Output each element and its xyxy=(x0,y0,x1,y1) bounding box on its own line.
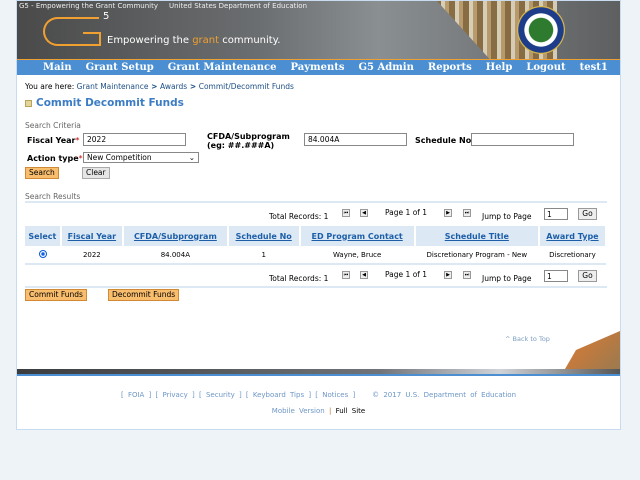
nav-grant-setup[interactable]: Grant Setup xyxy=(80,60,162,75)
commit-funds-button[interactable]: Commit Funds xyxy=(25,289,87,301)
fiscal-year-input[interactable]: 2022 xyxy=(83,133,186,146)
footer-notices[interactable]: Notices xyxy=(322,391,348,399)
col-schedule-no[interactable]: Schedule No xyxy=(227,226,301,246)
col-cfda[interactable]: CFDA/Subprogram xyxy=(123,226,229,246)
page: G5 - Empowering the Grant Community Unit… xyxy=(16,0,621,430)
pager-top: Total Records: 1 ⏮ ◀ Page 1 of 1 ▶ ⏭ Jum… xyxy=(17,208,620,223)
nav-grant-maintenance[interactable]: Grant Maintenance xyxy=(162,60,285,75)
next-page-icon[interactable]: ▶ xyxy=(444,271,452,279)
divider xyxy=(25,201,607,203)
cell-schedule-title: Discretionary Program - New xyxy=(414,246,539,265)
col-fiscal-year[interactable]: Fiscal Year xyxy=(60,226,125,246)
footer-privacy[interactable]: Privacy xyxy=(162,391,187,399)
cell-schedule-no: 1 xyxy=(227,246,300,265)
divider xyxy=(25,286,607,288)
last-page-icon[interactable]: ⏭ xyxy=(463,209,471,217)
cell-cfda: 84.004A xyxy=(123,246,228,265)
tagline: Empowering the grant community. xyxy=(107,35,281,46)
go-button[interactable]: Go xyxy=(578,270,597,282)
action-type-label: Action type* xyxy=(27,154,83,163)
results-table: Select Fiscal Year CFDA/Subprogram Sched… xyxy=(25,226,608,265)
jump-label: Jump to Page xyxy=(482,212,532,221)
crumb-awards[interactable]: Awards xyxy=(160,82,187,91)
action-type-select[interactable]: New Competition ⌄ xyxy=(83,152,199,163)
nav-main[interactable]: Main xyxy=(37,60,80,75)
footer-security[interactable]: Security xyxy=(206,391,235,399)
page-indicator: Page 1 of 1 xyxy=(385,270,428,279)
breadcrumb: You are here: Grant Maintenance > Awards… xyxy=(25,82,294,91)
table-row: 2022 84.004A 1 Wayne, Bruce Discretionar… xyxy=(25,246,606,265)
nav-g5-admin[interactable]: G5 Admin xyxy=(353,60,422,75)
fiscal-year-label: Fiscal Year* xyxy=(27,136,80,145)
main-nav: Main Grant Setup Grant Maintenance Payme… xyxy=(17,59,620,75)
col-schedule-title[interactable]: Schedule Title xyxy=(414,226,540,246)
banner: G5 - Empowering the Grant Community Unit… xyxy=(17,1,620,59)
nav-payments[interactable]: Payments xyxy=(284,60,352,75)
seal-alt-text: United States Department of Education xyxy=(169,2,308,10)
last-page-icon[interactable]: ⏭ xyxy=(463,271,471,279)
first-page-icon[interactable]: ⏮ xyxy=(342,271,350,279)
separator: | xyxy=(328,407,332,415)
nav-help[interactable]: Help xyxy=(480,60,521,75)
go-button[interactable]: Go xyxy=(578,208,597,220)
chevron-down-icon: ⌄ xyxy=(188,153,195,162)
footer-version: Mobile Version | Full Site xyxy=(17,407,620,415)
page-title: Commit Decommit Funds xyxy=(25,97,184,109)
full-site-label: Full Site xyxy=(335,407,366,415)
search-button[interactable]: Search xyxy=(25,167,59,179)
schedule-no-label: Schedule No xyxy=(415,136,472,145)
cell-contact: Wayne, Bruce xyxy=(299,246,415,265)
page-indicator: Page 1 of 1 xyxy=(385,208,428,217)
cell-fiscal-year: 2022 xyxy=(60,246,123,265)
back-to-top-link[interactable]: ^ Back to Top xyxy=(505,335,550,343)
col-award-type[interactable]: Award Type xyxy=(538,226,608,246)
page-icon xyxy=(25,99,32,107)
logo-alt-text: G5 - Empowering the Grant Community xyxy=(19,2,159,10)
nav-logout[interactable]: Logout xyxy=(520,60,573,75)
total-records: Total Records: 1 xyxy=(269,274,329,283)
cfda-input[interactable]: 84.004A xyxy=(304,133,407,146)
next-page-icon[interactable]: ▶ xyxy=(444,209,452,217)
decommit-funds-button[interactable]: Decommit Funds xyxy=(108,289,180,301)
footer-foia[interactable]: FOIA xyxy=(128,391,144,399)
select-radio[interactable] xyxy=(38,249,47,258)
g5-logo-mark: 5 xyxy=(103,11,110,22)
jump-label: Jump to Page xyxy=(482,274,532,283)
total-records: Total Records: 1 xyxy=(269,212,329,221)
nav-user[interactable]: test1 xyxy=(574,60,616,75)
col-select: Select xyxy=(25,226,62,246)
footer-links: [ FOIA ] [ Privacy ] [ Security ] [ Keyb… xyxy=(120,391,517,399)
pager-bottom: Total Records: 1 ⏮ ◀ Page 1 of 1 ▶ ⏭ Jum… xyxy=(17,270,620,285)
cell-award-type: Discretionary xyxy=(538,246,606,265)
col-contact[interactable]: ED Program Contact xyxy=(299,226,416,246)
schedule-no-input[interactable] xyxy=(471,133,574,146)
search-results-heading: Search Results xyxy=(25,192,81,201)
search-criteria-heading: Search Criteria xyxy=(25,121,81,130)
jump-page-input[interactable]: 1 xyxy=(544,208,568,220)
prev-page-icon[interactable]: ◀ xyxy=(360,271,368,279)
cfda-label: CFDA/Subprogram (eg: ##.###A) xyxy=(207,132,290,150)
classroom-image xyxy=(565,331,620,369)
prev-page-icon[interactable]: ◀ xyxy=(360,209,368,217)
nav-reports[interactable]: Reports xyxy=(422,60,480,75)
copyright: © 2017 U.S. Department of Education xyxy=(372,391,517,399)
mobile-version-link[interactable]: Mobile Version xyxy=(272,407,325,415)
clear-button[interactable]: Clear xyxy=(82,167,110,179)
footer-keyboard-tips[interactable]: Keyboard Tips xyxy=(253,391,304,399)
crumb-grant-maintenance[interactable]: Grant Maintenance xyxy=(77,82,149,91)
crumb-current: Commit/Decommit Funds xyxy=(198,82,294,91)
g5-logo[interactable] xyxy=(43,17,101,46)
footer-band xyxy=(17,369,620,376)
department-seal-icon xyxy=(517,6,565,54)
first-page-icon[interactable]: ⏮ xyxy=(342,209,350,217)
jump-page-input[interactable]: 1 xyxy=(544,270,568,282)
